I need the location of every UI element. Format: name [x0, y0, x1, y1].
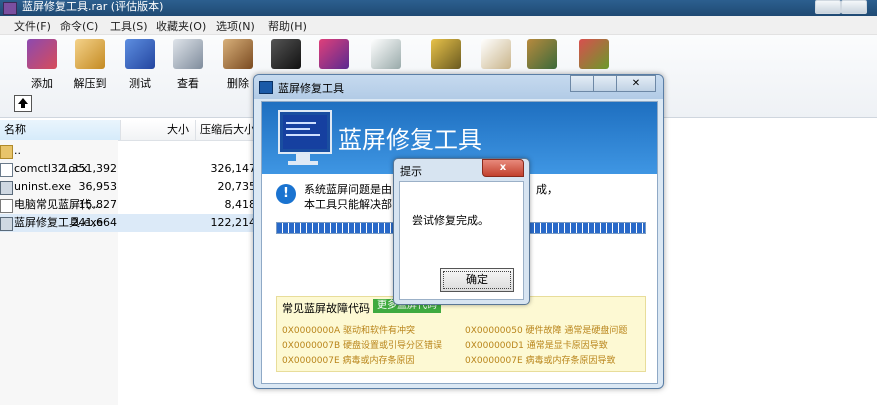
- winrar-app-icon: [3, 2, 17, 15]
- ok-button[interactable]: 确定: [440, 268, 514, 292]
- close-icon: ✕: [631, 78, 641, 89]
- up-arrow-stem: [21, 104, 25, 108]
- column-size-label: 大小: [167, 123, 189, 136]
- main-window-titlebar: 蓝屏修复工具.rar (评估版本): [0, 0, 877, 16]
- list-item[interactable]: ..: [0, 142, 260, 160]
- message-line-2: 本工具只能解决部: [304, 198, 392, 211]
- view-button[interactable]: 查看: [166, 37, 210, 93]
- repair-app-icon: [259, 81, 273, 94]
- minimize-button[interactable]: [815, 0, 841, 14]
- banner-title: 蓝屏修复工具: [338, 126, 482, 154]
- prompt-dialog: 提示 x 尝试修复完成。 确定: [393, 158, 530, 305]
- exe-file-icon: [0, 181, 13, 195]
- menu-file[interactable]: 文件(F): [14, 18, 51, 34]
- file-size: 36,953: [78, 180, 118, 193]
- code-item: 0X0000007B 硬盘设置或引导分区错误: [282, 341, 443, 351]
- info-icon: !: [276, 184, 296, 204]
- code-item: 0X0000007E 病毒或内存条原因: [282, 356, 415, 366]
- repair-close-button[interactable]: ✕: [616, 75, 656, 92]
- file-name: ..: [14, 144, 21, 157]
- text-file-icon: [0, 199, 13, 213]
- menu-help[interactable]: 帮助(H): [268, 18, 307, 34]
- repair-dialog-titlebar: 蓝屏修复工具 ✕: [254, 75, 663, 99]
- monitor-base: [288, 161, 318, 165]
- up-folder-button[interactable]: [14, 95, 32, 112]
- repair-dialog-title: 蓝屏修复工具: [278, 82, 344, 95]
- delete-archive-icon: [223, 39, 253, 69]
- file-packed-size: 8,418: [224, 198, 257, 211]
- code-item: 0X0000007E 病毒或内存条原因导致: [465, 356, 616, 366]
- add-button[interactable]: 添加: [20, 37, 64, 93]
- close-icon: x: [499, 162, 507, 173]
- comment-icon: [481, 39, 511, 69]
- column-header-size[interactable]: 大小: [121, 120, 196, 141]
- view-label: 查看: [177, 77, 199, 90]
- repair-dialog-window-buttons: ✕: [570, 75, 656, 92]
- list-item[interactable]: uninst.exe 36,953 20,735: [0, 178, 260, 196]
- extract-to-label: 解压到: [73, 77, 107, 90]
- file-size: 1,351,392: [61, 162, 117, 175]
- menu-tools[interactable]: 工具(S): [110, 18, 148, 34]
- maximize-button[interactable]: [841, 0, 867, 14]
- file-name: uninst.exe: [14, 180, 72, 193]
- find-binoculars-icon: [271, 39, 301, 69]
- file-packed-size: 20,735: [217, 180, 257, 193]
- repair-maximize-button[interactable]: [593, 75, 617, 92]
- monitor-text-line: [286, 128, 310, 130]
- codes-header: 常见蓝屏故障代码: [282, 302, 370, 315]
- code-item: 0X00000050 硬件故障 通常是硬盘问题: [465, 326, 628, 336]
- prompt-close-button[interactable]: x: [482, 159, 524, 177]
- code-item: 0X0000000A 驱动和软件有冲突: [282, 326, 415, 336]
- menu-favorites[interactable]: 收藏夹(O): [156, 18, 206, 34]
- prompt-title: 提示: [400, 165, 422, 178]
- sfx-icon: [579, 39, 609, 69]
- message-line-1: 系统蓝屏问题是由: [304, 183, 392, 196]
- monitor-screen: [283, 115, 327, 149]
- menu-options[interactable]: 选项(N): [216, 18, 255, 34]
- wizard-icon: [319, 39, 349, 69]
- view-glasses-icon: [173, 39, 203, 69]
- virus-scan-icon: [431, 39, 461, 69]
- exe-file-icon: [0, 217, 13, 231]
- monitor-text-line: [286, 122, 316, 124]
- prompt-body: 尝试修复完成。 确定: [399, 181, 524, 300]
- protect-shield-icon: [527, 39, 557, 69]
- list-item[interactable]: 电脑常见蓝屏代... 15,827 8,418: [0, 196, 260, 214]
- bluescreen-codes-panel: 常见蓝屏故障代码 更多蓝屏代码 0X0000000A 驱动和软件有冲突 0X00…: [276, 296, 646, 372]
- test-archive-icon: [125, 39, 155, 69]
- monitor-text-line: [286, 134, 320, 136]
- monitor-stand: [296, 153, 310, 161]
- menu-bar: 文件(F) 命令(C) 工具(S) 收藏夹(O) 选项(N) 帮助(H): [0, 16, 877, 35]
- column-header-name[interactable]: 名称: [0, 120, 121, 141]
- code-item: 0X000000D1 通常是显卡原因导致: [465, 341, 608, 351]
- file-packed-size: 122,214: [210, 216, 257, 229]
- main-window-title: 蓝屏修复工具.rar (评估版本): [22, 0, 164, 13]
- extract-to-button[interactable]: 解压到: [68, 37, 112, 93]
- add-label: 添加: [31, 77, 53, 90]
- repair-minimize-button[interactable]: [570, 75, 594, 92]
- list-item[interactable]: comctl32.ocx 1,351,392 326,147: [0, 160, 260, 178]
- column-packed-label: 压缩后大小: [200, 123, 255, 136]
- test-label: 测试: [129, 77, 151, 90]
- file-size: 15,827: [78, 198, 118, 211]
- list-item[interactable]: 蓝屏修复工具.exe 241,664 122,214: [0, 214, 260, 232]
- archive-add-icon: [27, 39, 57, 69]
- bluescreen-monitor-icon: [278, 110, 332, 154]
- column-name-label: 名称: [4, 123, 26, 136]
- test-button[interactable]: 测试: [118, 37, 162, 93]
- file-size: 241,664: [71, 216, 118, 229]
- prompt-message: 尝试修复完成。: [412, 214, 489, 227]
- extract-folder-icon: [75, 39, 105, 69]
- folder-up-icon: [0, 145, 13, 159]
- ocx-file-icon: [0, 163, 13, 177]
- menu-command[interactable]: 命令(C): [60, 18, 98, 34]
- message-line-1-tail: 成，: [536, 183, 558, 196]
- file-packed-size: 326,147: [210, 162, 257, 175]
- info-icon: [371, 39, 401, 69]
